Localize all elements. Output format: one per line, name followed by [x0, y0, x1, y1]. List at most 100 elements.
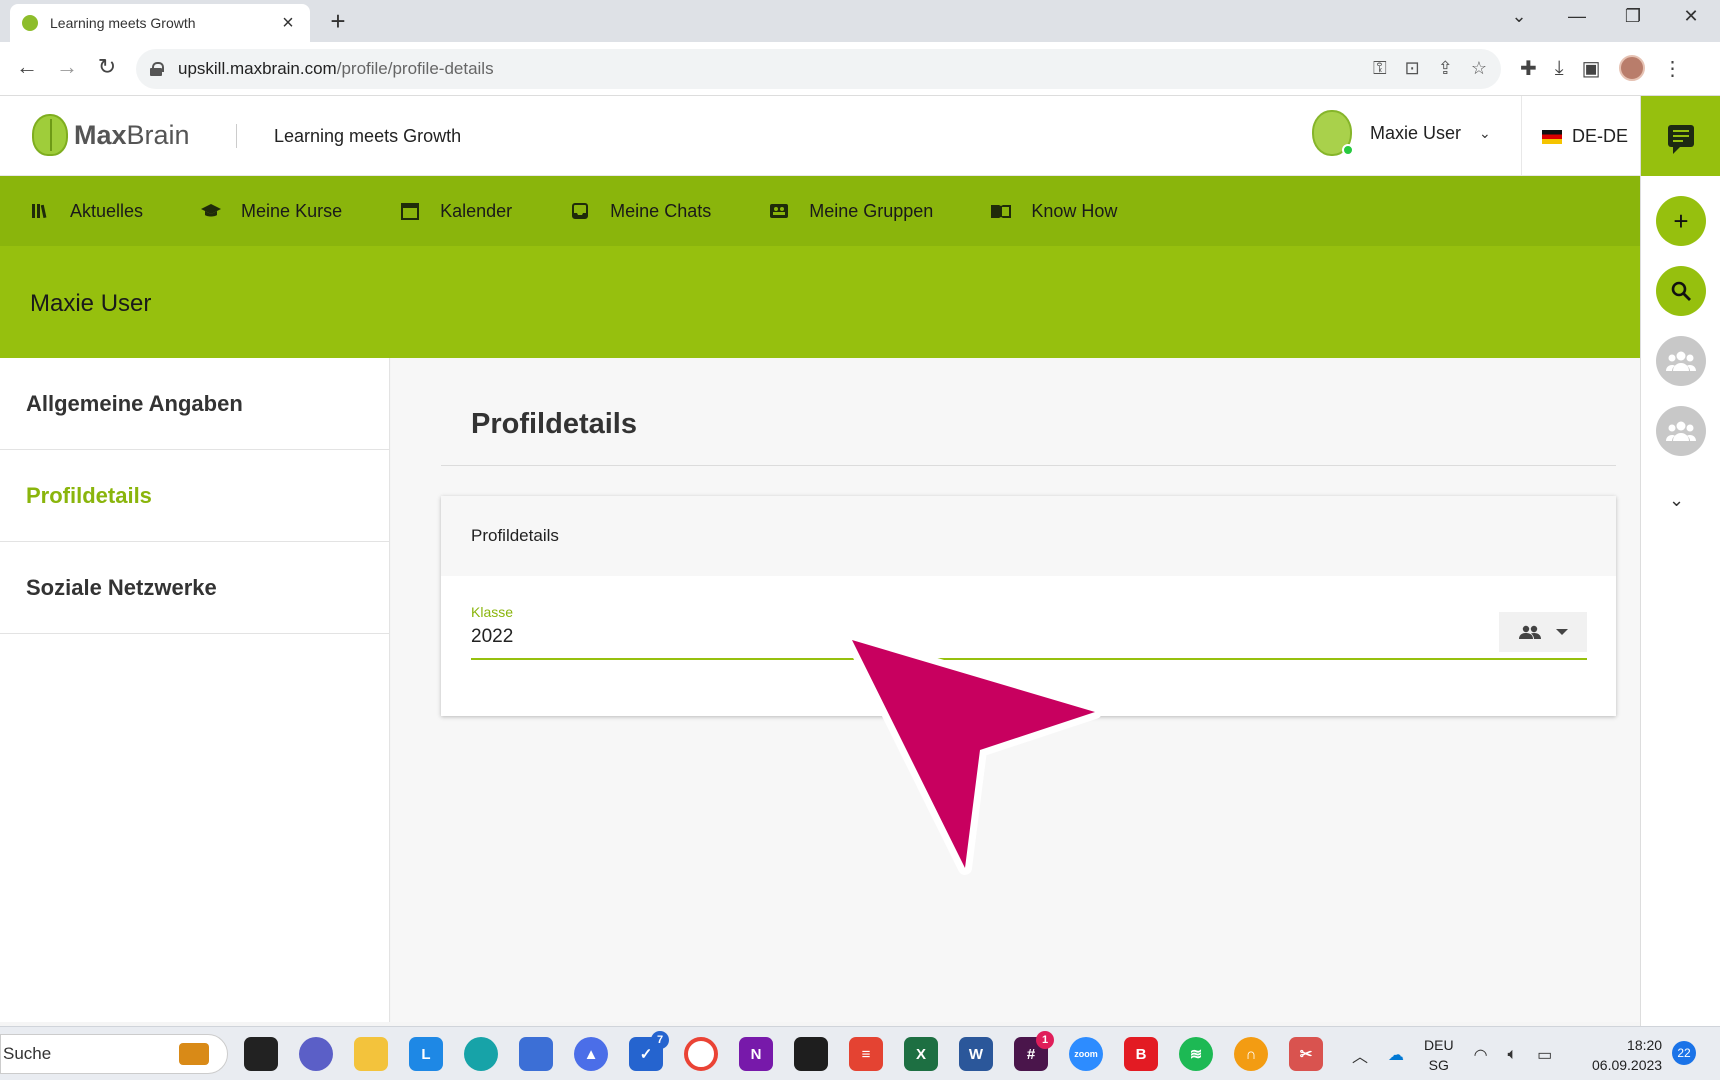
- calendar-icon: [400, 202, 420, 220]
- app-l-icon[interactable]: L: [409, 1037, 443, 1071]
- browser-menu-icon[interactable]: ⋮: [1663, 56, 1683, 81]
- group-icon: [1666, 421, 1696, 441]
- menu-item-profildetails[interactable]: Profildetails: [0, 450, 389, 542]
- card-header: Profildetails: [441, 496, 1616, 576]
- library-icon: [30, 202, 50, 220]
- spotify-icon[interactable]: ≋: [1179, 1037, 1213, 1071]
- volume-icon[interactable]: 🔈︎: [1508, 1046, 1518, 1064]
- menu-item-allgemeine-angaben[interactable]: Allgemeine Angaben: [0, 358, 389, 450]
- briefcase-icon: [179, 1043, 209, 1065]
- nav-item-meine-gruppen[interactable]: Meine Gruppen: [769, 201, 933, 222]
- new-tab-icon[interactable]: +: [324, 6, 352, 37]
- nav-label: Meine Kurse: [241, 200, 343, 221]
- notification-badge[interactable]: 22: [1672, 1041, 1696, 1065]
- edge-browser-icon[interactable]: [464, 1037, 498, 1071]
- add-button[interactable]: +: [1656, 196, 1706, 246]
- close-window-icon[interactable]: ✕: [1676, 6, 1706, 27]
- bitdefender-icon[interactable]: B: [1124, 1037, 1158, 1071]
- address-bar[interactable]: upskill.maxbrain.com/profile/profile-det…: [136, 49, 1501, 89]
- onenote-icon[interactable]: N: [739, 1037, 773, 1071]
- word-icon[interactable]: W: [959, 1037, 993, 1071]
- slack-badge: 1: [1036, 1031, 1054, 1049]
- nav-item-meine-chats[interactable]: Meine Chats: [570, 201, 711, 222]
- maxbrain-logo[interactable]: MaxBrain: [32, 114, 190, 156]
- user-menu[interactable]: Maxie User ⌄: [1312, 110, 1491, 156]
- user-avatar[interactable]: [1312, 110, 1354, 156]
- url-path: /profile/profile-details: [336, 59, 494, 78]
- file-explorer-icon[interactable]: [354, 1037, 388, 1071]
- onedrive-cloud-icon[interactable]: ☁: [1388, 1045, 1404, 1065]
- chrome-icon[interactable]: [684, 1037, 718, 1071]
- app-header: MaxBrain Learning meets Growth Maxie Use…: [0, 96, 1640, 176]
- header-divider: [236, 124, 237, 148]
- side-panel-icon[interactable]: ▣: [1582, 56, 1601, 81]
- browser-profile-avatar[interactable]: [1618, 55, 1645, 81]
- browser-tab[interactable]: Learning meets Growth ×: [10, 4, 310, 42]
- reload-icon[interactable]: ↻: [92, 54, 122, 80]
- ms-store-icon[interactable]: [519, 1037, 553, 1071]
- share-icon[interactable]: ⇪: [1438, 58, 1453, 79]
- translate-icon[interactable]: ⊡: [1405, 58, 1420, 79]
- group-button-1[interactable]: [1656, 336, 1706, 386]
- slack-icon[interactable]: #1: [1014, 1031, 1054, 1071]
- extensions-puzzle-icon[interactable]: ✚: [1520, 56, 1537, 81]
- graduation-cap-icon: [201, 202, 222, 220]
- vpn-icon[interactable]: ∩: [1234, 1037, 1268, 1071]
- nav-item-know-how[interactable]: Know How: [991, 201, 1117, 222]
- teams-chat-icon[interactable]: [299, 1037, 333, 1071]
- profile-side-menu: Allgemeine Angaben Profildetails Soziale…: [0, 358, 390, 1022]
- restore-icon[interactable]: ❐: [1618, 6, 1648, 27]
- taskbar-search[interactable]: Suche: [0, 1034, 228, 1074]
- online-status-dot: [1342, 144, 1354, 156]
- close-tab-icon[interactable]: ×: [278, 12, 298, 35]
- forward-arrow-icon[interactable]: →: [52, 54, 82, 80]
- menu-item-soziale-netzwerke[interactable]: Soziale Netzwerke: [0, 542, 389, 634]
- search-button[interactable]: [1656, 266, 1706, 316]
- klasse-field[interactable]: Klasse 2022: [471, 604, 1587, 660]
- excel-icon[interactable]: X: [904, 1037, 938, 1071]
- key-icon[interactable]: ⚿: [1373, 58, 1387, 79]
- minimize-icon[interactable]: —: [1562, 6, 1592, 27]
- input-language-indicator[interactable]: DEU SG: [1424, 1035, 1454, 1075]
- todoist-icon[interactable]: ≡: [849, 1037, 883, 1071]
- back-arrow-icon[interactable]: ←: [12, 54, 42, 80]
- browser-toolbar: ← → ↻ upskill.maxbrain.com/profile/profi…: [0, 42, 1720, 96]
- main-navigation: Aktuelles Meine Kurse Kalender Meine Cha…: [0, 176, 1640, 246]
- windows-taskbar: Suche L ▲ ✓ 7 N ≡ X W #1 zoom B ≋ ∩ ✂ ︿ ☁…: [0, 1026, 1720, 1080]
- affinity-icon[interactable]: ▲: [574, 1037, 608, 1071]
- user-name[interactable]: Maxie User: [1370, 123, 1461, 144]
- visibility-dropdown-button[interactable]: [1499, 612, 1587, 652]
- figma-icon[interactable]: [794, 1037, 828, 1071]
- nav-item-meine-kurse[interactable]: Meine Kurse: [201, 201, 342, 222]
- zoom-icon[interactable]: zoom: [1069, 1037, 1103, 1071]
- profile-details-card: Profildetails Klasse 2022: [441, 496, 1616, 716]
- wifi-icon[interactable]: ◠: [1474, 1045, 1488, 1065]
- chevron-down-icon[interactable]: ⌄: [1479, 125, 1491, 142]
- battery-icon[interactable]: ▭: [1537, 1045, 1552, 1065]
- group-button-2[interactable]: [1656, 406, 1706, 456]
- url-host: upskill.maxbrain.com: [178, 59, 337, 78]
- download-icon[interactable]: ⤓: [1555, 57, 1564, 80]
- logo-text-light: Brain: [126, 119, 190, 150]
- klasse-field-value[interactable]: 2022: [471, 626, 513, 648]
- snipping-tool-icon[interactable]: ✂: [1289, 1037, 1323, 1071]
- lock-icon: [150, 62, 164, 76]
- clock-date: 06.09.2023: [1592, 1057, 1663, 1073]
- tab-search-chevron-icon[interactable]: ⌄: [1504, 6, 1534, 27]
- brain-logo-icon: [32, 114, 68, 156]
- language-label[interactable]: DE-DE: [1572, 126, 1628, 147]
- todo-badge: 7: [651, 1031, 669, 1049]
- nav-label: Kalender: [440, 200, 513, 221]
- todo-icon[interactable]: ✓ 7: [629, 1031, 669, 1071]
- expand-chevron-icon[interactable]: ⌄: [1669, 490, 1684, 511]
- language-selector[interactable]: DE-DE: [1542, 126, 1628, 147]
- task-view-icon[interactable]: [244, 1037, 278, 1071]
- chat-button[interactable]: [1641, 96, 1720, 176]
- nav-item-kalender[interactable]: Kalender: [400, 201, 512, 222]
- system-clock[interactable]: 18:20 06.09.2023: [1592, 1035, 1662, 1075]
- star-icon[interactable]: ☆: [1471, 58, 1487, 79]
- nav-item-aktuelles[interactable]: Aktuelles: [30, 201, 143, 222]
- show-hidden-icons-icon[interactable]: ︿: [1352, 1043, 1368, 1067]
- group-card-icon: [769, 202, 789, 220]
- nav-label: Meine Gruppen: [809, 200, 934, 221]
